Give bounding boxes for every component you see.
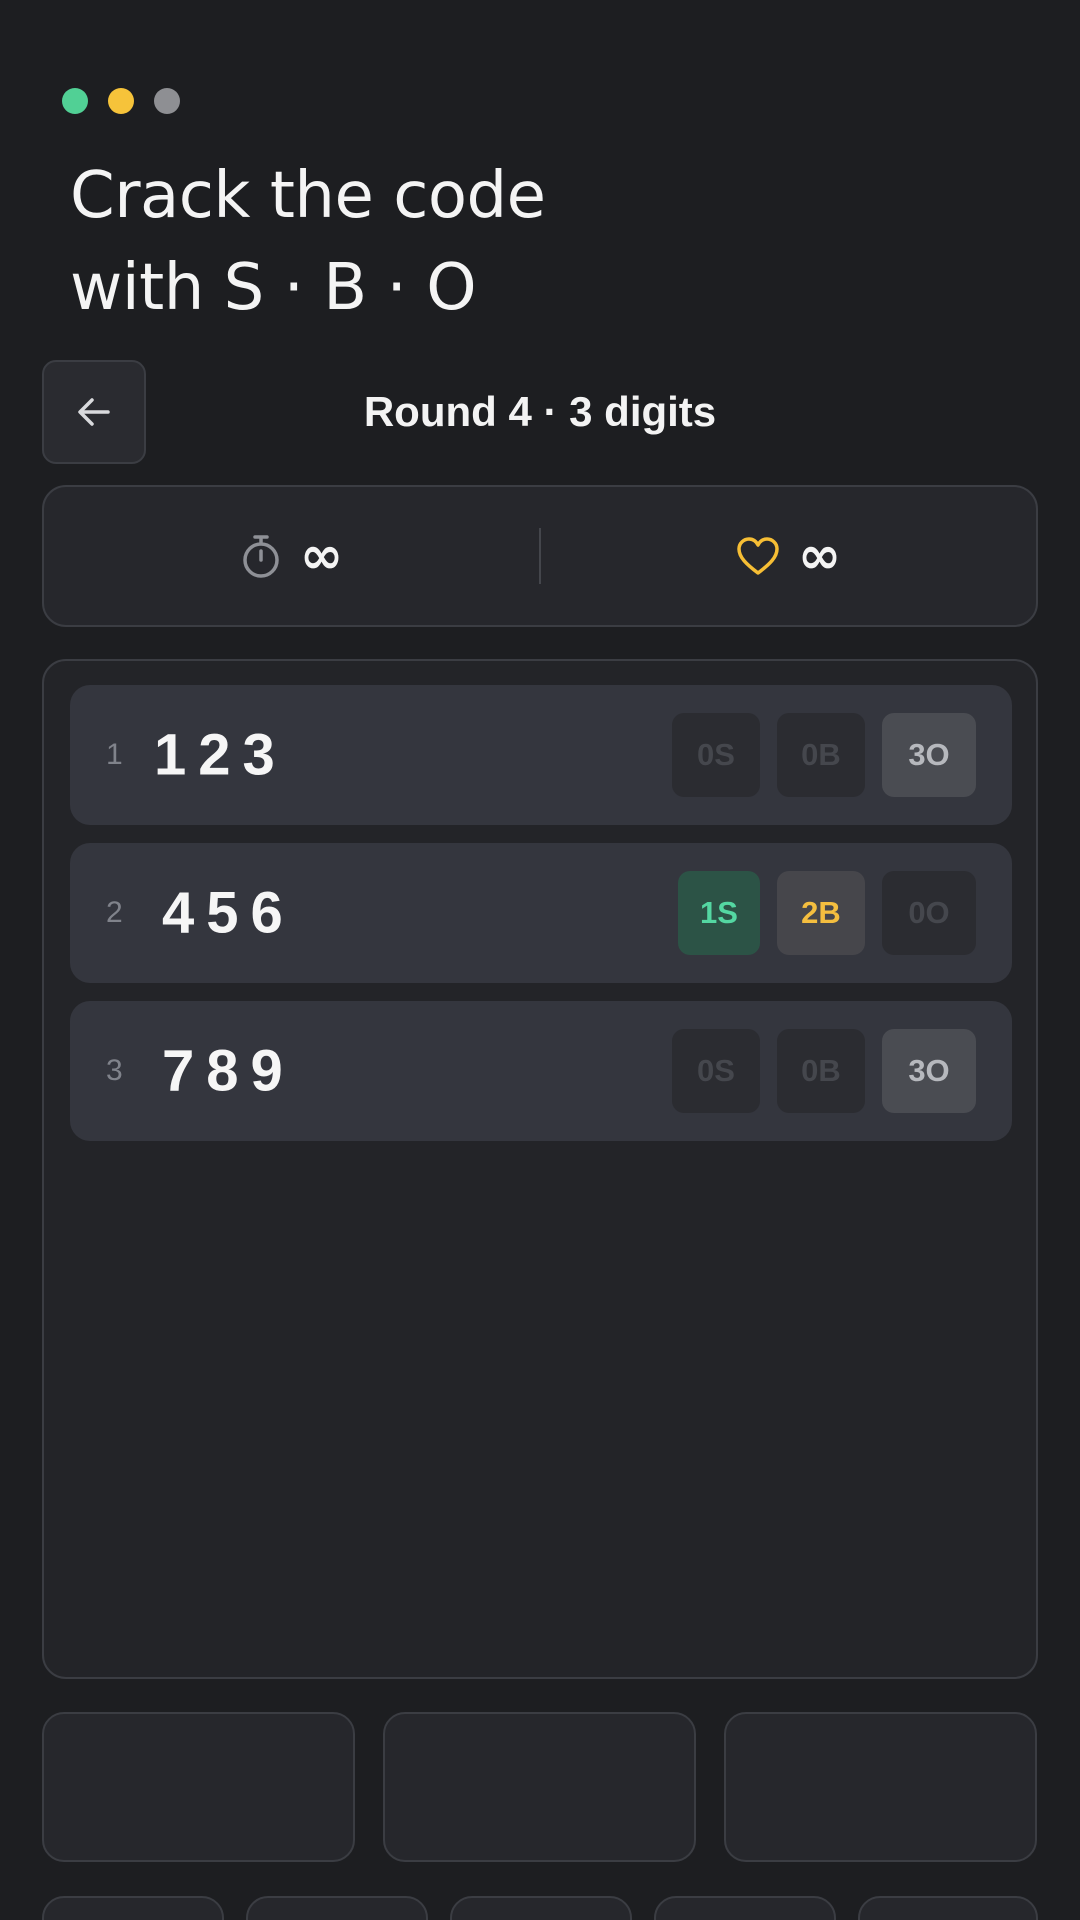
guess-board: 1 123 0S 0B 3O 2 456 1S 2B 0O 3 789 0S 0…: [42, 659, 1038, 1679]
out-badge: 3O: [882, 1029, 976, 1113]
guess-row-1: 1 123 0S 0B 3O: [70, 685, 1012, 825]
green-dot: [62, 88, 88, 114]
strike-badge: 0S: [672, 713, 760, 797]
ball-badge: 0B: [777, 713, 865, 797]
ball-badge: 2B: [777, 871, 865, 955]
guess-row-2: 2 456 1S 2B 0O: [70, 843, 1012, 983]
timer-value: ∞: [299, 526, 344, 586]
guess-code: 789: [162, 1038, 295, 1104]
ball-badge: 0B: [777, 1029, 865, 1113]
headline-line-1: Crack the code: [70, 159, 546, 233]
lives-value: ∞: [797, 526, 842, 586]
result-badges: 0S 0B 3O: [672, 713, 976, 797]
result-badges: 0S 0B 3O: [672, 1029, 976, 1113]
guess-row-3: 3 789 0S 0B 3O: [70, 1001, 1012, 1141]
stats-bar: ∞ ∞: [42, 485, 1038, 627]
out-badge: 3O: [882, 713, 976, 797]
arrow-left-icon: [78, 398, 110, 426]
gray-dot: [154, 88, 180, 114]
guess-code: 456: [162, 880, 295, 946]
keypad-key[interactable]: [42, 1896, 224, 1920]
keypad-key[interactable]: [724, 1712, 1037, 1862]
keypad-key[interactable]: [858, 1896, 1038, 1920]
stopwatch-icon: [243, 535, 279, 578]
keypad-key[interactable]: [654, 1896, 836, 1920]
back-button[interactable]: [42, 360, 146, 464]
row-number: 3: [106, 1054, 123, 1087]
keypad-key[interactable]: [383, 1712, 696, 1862]
round-title: Round 4 · 3 digits: [363, 388, 717, 435]
keypad-key[interactable]: [450, 1896, 632, 1920]
strike-badge: 1S: [678, 871, 760, 955]
headline-line-2: with S · B · O: [70, 251, 477, 325]
yellow-dot: [108, 88, 134, 114]
row-number: 1: [106, 738, 123, 771]
row-number: 2: [106, 896, 123, 929]
guess-code: 123: [154, 722, 287, 788]
strike-badge: 0S: [672, 1029, 760, 1113]
keypad-key[interactable]: [42, 1712, 355, 1862]
keypad-key[interactable]: [246, 1896, 428, 1920]
heart-icon: [737, 537, 779, 575]
out-badge: 0O: [882, 871, 976, 955]
headline: Crack the code with S · B · O: [70, 150, 546, 334]
window-controls: [62, 88, 180, 114]
lives-stat: ∞: [541, 530, 1036, 582]
result-badges: 1S 2B 0O: [678, 871, 976, 955]
timer-stat: ∞: [44, 530, 539, 582]
